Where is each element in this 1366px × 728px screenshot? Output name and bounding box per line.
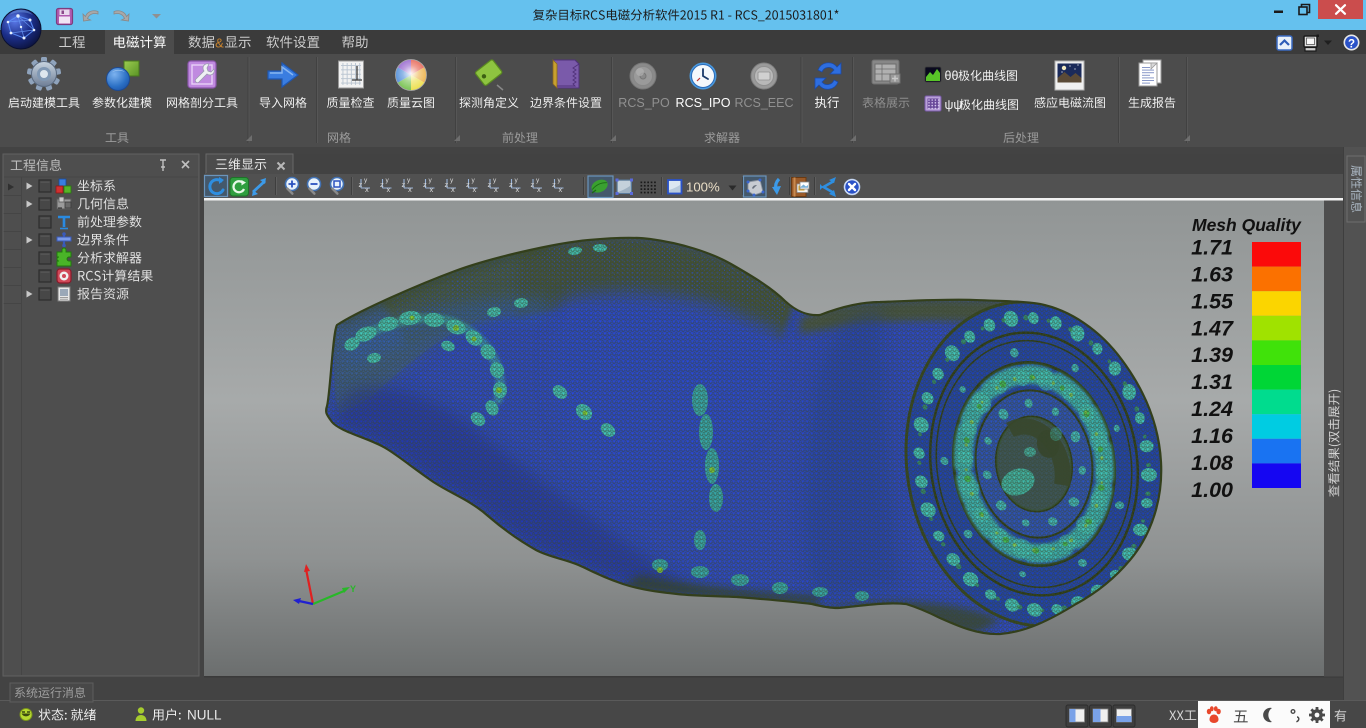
svg-text:x: x	[473, 185, 477, 194]
svg-text:z: z	[509, 180, 513, 189]
svg-text:x: x	[559, 185, 563, 194]
svg-text:x: x	[408, 185, 412, 194]
svg-text:1.71: 1.71	[1191, 236, 1233, 260]
svg-text:1.08: 1.08	[1191, 451, 1233, 475]
svg-text:&: &	[215, 36, 224, 51]
svg-text:1.24: 1.24	[1191, 397, 1233, 421]
svg-text:NULL: NULL	[187, 708, 222, 723]
svg-text:?: ?	[1348, 39, 1355, 51]
svg-text:x: x	[516, 185, 520, 194]
svg-text:1.55: 1.55	[1191, 289, 1234, 313]
svg-text:1.16: 1.16	[1191, 424, 1234, 448]
svg-text:1.00: 1.00	[1191, 478, 1233, 502]
svg-text:x: x	[537, 185, 541, 194]
svg-text:z: z	[402, 180, 406, 189]
svg-text:1.63: 1.63	[1191, 262, 1233, 286]
svg-text:θθ: θθ	[945, 69, 959, 83]
svg-text:x: x	[387, 185, 391, 194]
svg-text:1.39: 1.39	[1191, 343, 1233, 367]
svg-text:Y: Y	[350, 584, 356, 594]
svg-text:RCS_PO: RCS_PO	[618, 96, 670, 110]
svg-text:RCS_EEC: RCS_EEC	[734, 96, 793, 110]
svg-text:z: z	[445, 180, 449, 189]
svg-text:x: x	[451, 185, 455, 194]
svg-text:1.47: 1.47	[1191, 316, 1234, 340]
svg-text:z: z	[466, 180, 470, 189]
svg-text:RCS_IPO: RCS_IPO	[676, 96, 731, 110]
svg-text:z: z	[380, 180, 384, 189]
svg-text:z: z	[488, 180, 492, 189]
svg-text:1.31: 1.31	[1191, 370, 1233, 394]
svg-text:ψψ: ψψ	[945, 98, 963, 112]
svg-text:100%: 100%	[686, 180, 720, 195]
svg-text:Mesh Quality: Mesh Quality	[1192, 215, 1302, 235]
svg-text:z: z	[423, 180, 427, 189]
svg-text:x: x	[494, 185, 498, 194]
svg-text:x: x	[430, 185, 434, 194]
svg-text:z: z	[359, 180, 363, 189]
svg-text:z: z	[552, 180, 556, 189]
svg-text:z: z	[531, 180, 535, 189]
svg-text:x: x	[365, 185, 369, 194]
